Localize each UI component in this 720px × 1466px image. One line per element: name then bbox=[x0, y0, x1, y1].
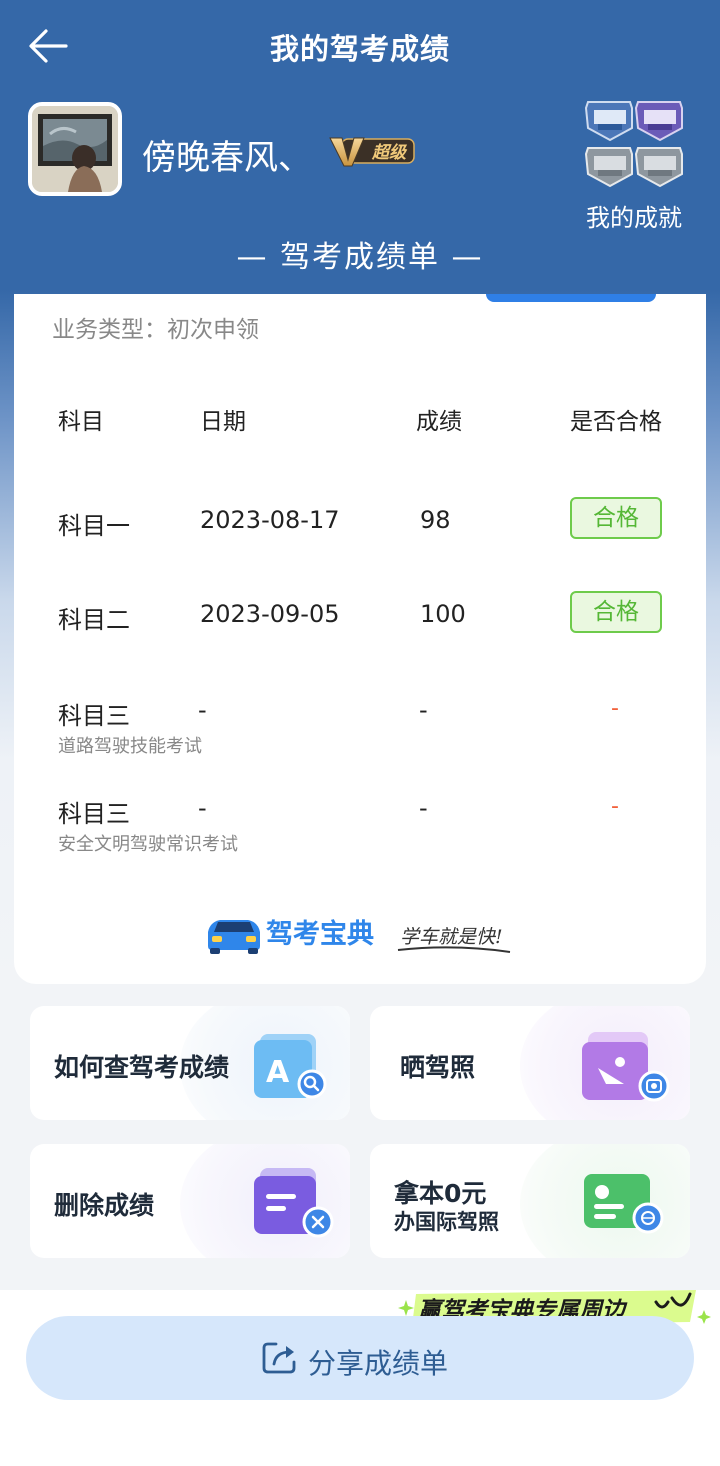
car-icon bbox=[208, 920, 260, 954]
page-title: 我的驾考成绩 bbox=[269, 32, 450, 66]
card-label: 拿本0元 bbox=[394, 1179, 487, 1208]
row-subtitle: 道路驾驶技能考试 bbox=[58, 736, 202, 757]
row-subject: 科目二 bbox=[58, 606, 130, 634]
card-label: 晒驾照 bbox=[400, 1053, 476, 1082]
vip-label: 超级 bbox=[371, 143, 408, 163]
row-date: - bbox=[198, 696, 207, 724]
show-license-card[interactable]: 晒驾照 bbox=[370, 1006, 690, 1120]
share-button-label: 分享成绩单 bbox=[308, 1347, 449, 1380]
pass-badge: 合格 bbox=[570, 591, 662, 633]
pending-result: - bbox=[611, 794, 619, 819]
svg-text:A: A bbox=[266, 1055, 290, 1090]
share-icon bbox=[262, 1342, 296, 1374]
avatar[interactable] bbox=[28, 102, 122, 196]
row-subject: 科目一 bbox=[58, 512, 130, 540]
id-card-globe-icon bbox=[584, 1174, 664, 1234]
card-tab-indicator bbox=[486, 294, 656, 302]
brand-slogan: 学车就是快! bbox=[400, 926, 503, 948]
row-date: 2023-08-17 bbox=[200, 506, 340, 534]
vip-badge-icon: 超级 bbox=[329, 137, 415, 167]
international-license-card[interactable]: 拿本0元 办国际驾照 bbox=[370, 1144, 690, 1258]
score-card bbox=[14, 294, 706, 984]
photo-camera-icon bbox=[582, 1032, 670, 1102]
row-subject: 科目三 bbox=[58, 702, 130, 730]
column-header-pass: 是否合格 bbox=[570, 409, 662, 435]
row-score: - bbox=[419, 696, 428, 724]
section-title: — 驾考成绩单 — bbox=[236, 240, 484, 275]
card-sublabel: 办国际驾照 bbox=[394, 1210, 499, 1234]
achievement-badges-icon[interactable] bbox=[584, 96, 684, 188]
row-score: 100 bbox=[420, 600, 466, 628]
pending-result: - bbox=[611, 696, 619, 721]
card-label: 删除成绩 bbox=[54, 1191, 155, 1220]
column-header-score: 成绩 bbox=[416, 409, 462, 435]
pass-badge: 合格 bbox=[570, 497, 662, 539]
row-subject: 科目三 bbox=[58, 800, 130, 828]
share-scores-button[interactable]: 分享成绩单 bbox=[26, 1316, 694, 1400]
row-score: - bbox=[419, 794, 428, 822]
delete-scores-card[interactable]: 删除成绩 bbox=[30, 1144, 350, 1258]
row-date: 2023-09-05 bbox=[200, 600, 340, 628]
achievements-label[interactable]: 我的成就 bbox=[578, 198, 690, 233]
row-score: 98 bbox=[420, 506, 451, 534]
search-doc-icon: A bbox=[254, 1034, 327, 1099]
column-header-subject: 科目 bbox=[58, 409, 104, 435]
row-subtitle: 安全文明驾驶常识考试 bbox=[58, 834, 238, 855]
business-type: 业务类型：初次申领 bbox=[52, 317, 259, 343]
username: 傍晚春风、 bbox=[142, 138, 312, 178]
how-to-check-scores-card[interactable]: 如何查驾考成绩 A bbox=[30, 1006, 350, 1120]
delete-doc-icon bbox=[254, 1168, 334, 1238]
brand-logo: 驾考宝典 学车就是快! bbox=[208, 918, 511, 954]
brand-name: 驾考宝典 bbox=[266, 918, 374, 950]
card-label: 如何查驾考成绩 bbox=[54, 1053, 230, 1082]
column-header-date: 日期 bbox=[200, 409, 246, 435]
row-date: - bbox=[198, 794, 207, 822]
